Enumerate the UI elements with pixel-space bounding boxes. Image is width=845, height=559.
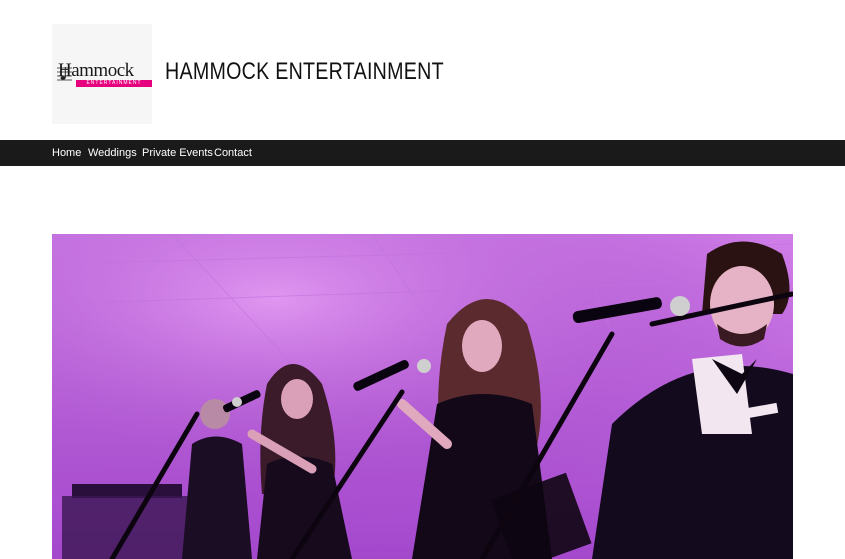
site-header: Hammock ENTERTAINMENT HAMMOCK ENTERTAINM… — [0, 0, 845, 140]
main-nav: Home Weddings Private Events Contact — [0, 140, 845, 166]
keyboard — [72, 484, 182, 498]
logo-wordmark: Hammock — [58, 60, 134, 81]
nav-item-home[interactable]: Home — [52, 140, 81, 166]
logo-tagline: ENTERTAINMENT — [76, 80, 152, 87]
site-logo[interactable]: Hammock ENTERTAINMENT — [52, 24, 152, 124]
stage-scene — [52, 234, 793, 559]
nav-item-private-events[interactable]: Private Events — [142, 140, 213, 166]
site-title[interactable]: HAMMOCK ENTERTAINMENT — [165, 58, 444, 86]
nav-item-contact[interactable]: Contact — [214, 140, 252, 166]
hero-band-photo — [52, 234, 793, 559]
nav-item-weddings[interactable]: Weddings — [88, 140, 137, 166]
